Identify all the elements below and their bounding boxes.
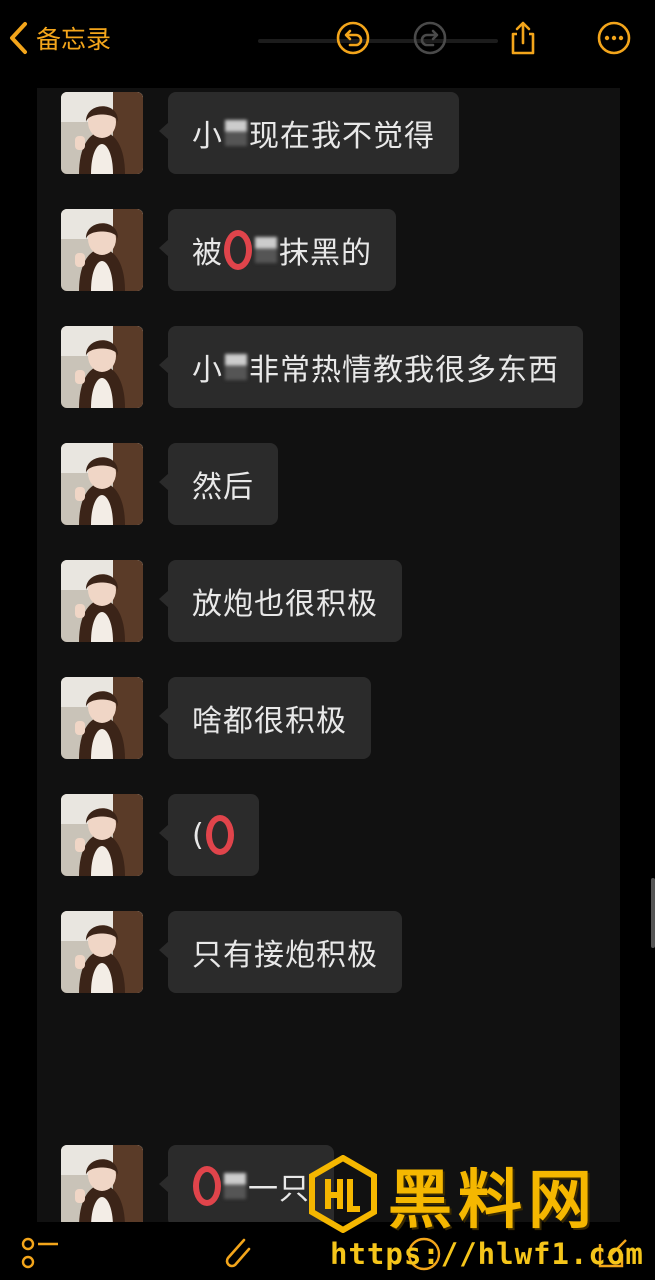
back-button[interactable]: 备忘录: [8, 18, 111, 58]
avatar: [61, 209, 143, 291]
message-bubble: 只有接炮积极: [159, 911, 402, 993]
message-text: 小: [192, 119, 223, 154]
toolbar-track: [258, 39, 498, 43]
chat-message-row: (: [37, 792, 620, 876]
undo-icon: [336, 21, 370, 55]
message-text: 小: [192, 353, 223, 388]
avatar: [61, 560, 143, 642]
redaction-mark: [225, 120, 247, 146]
redo-icon: [413, 21, 447, 55]
top-toolbar: 备忘录: [0, 0, 655, 80]
red-annotation-mark: [193, 1166, 221, 1206]
message-bubble: 被 抹黑的: [159, 209, 396, 291]
message-text: 只有接炮积极: [192, 938, 378, 973]
message-bubble: 小现在我不觉得: [159, 92, 459, 174]
redo-button[interactable]: [410, 18, 450, 58]
chat-message-row: 放炮也很积极: [37, 558, 620, 642]
share-icon: [511, 21, 535, 55]
redaction-mark: [224, 1173, 246, 1199]
avatar: [61, 326, 143, 408]
chat-message-row: 啥都很积极: [37, 675, 620, 759]
redaction-mark: [225, 354, 247, 380]
chat-message-row: 然后: [37, 441, 620, 525]
red-annotation-mark: [224, 230, 252, 270]
message-bubble: (: [159, 794, 259, 876]
avatar: [61, 1145, 143, 1223]
message-text: (: [192, 817, 205, 853]
message-text: 然后: [192, 470, 254, 505]
message-bubble: 小非常热情教我很多东西: [159, 326, 583, 408]
chevron-left-icon: [10, 22, 27, 54]
chat-message-row: 小非常热情教我很多东西: [37, 324, 620, 408]
more-button[interactable]: [594, 18, 634, 58]
checklist-icon[interactable]: [18, 1232, 62, 1272]
message-text: 现在我不觉得: [249, 119, 435, 154]
message-bubble: 啥都很积极: [159, 677, 371, 759]
scroll-indicator[interactable]: [651, 878, 655, 948]
watermark-url: https://hlwf1.com: [330, 1237, 644, 1271]
watermark-logo: [309, 1155, 377, 1233]
chat-message-row: 只有接炮积极: [37, 909, 620, 993]
message-bubble: 然后: [159, 443, 278, 525]
message-bubble: 放炮也很积极: [159, 560, 402, 642]
redaction-mark: [255, 237, 277, 263]
paperclip-icon[interactable]: [216, 1230, 256, 1274]
avatar: [61, 677, 143, 759]
watermark: 黑料网 https://hlwf1.com: [308, 1155, 653, 1280]
avatar: [61, 92, 143, 174]
more-icon: [597, 21, 631, 55]
message-text: 放炮也很积极: [192, 587, 378, 622]
red-annotation-mark: [205, 815, 234, 855]
avatar: [61, 911, 143, 993]
watermark-title: 黑料网: [388, 1164, 598, 1238]
chat-message-row: 小现在我不觉得: [37, 90, 620, 174]
message-text: 啥都很积极: [192, 704, 347, 739]
chat-screenshot: 小现在我不觉得 被抹黑的 小非常热情教我很多东西 然后 放炮也很积极 啥都很积极…: [37, 88, 620, 1223]
message-text: 被: [192, 236, 223, 271]
share-button[interactable]: [503, 18, 543, 58]
message-text: 一只: [248, 1172, 310, 1207]
message-text: 抹黑的: [279, 236, 372, 271]
chat-message-row: 被 抹黑的: [37, 207, 620, 291]
undo-button[interactable]: [333, 18, 373, 58]
avatar: [61, 443, 143, 525]
back-label: 备忘录: [36, 25, 112, 54]
avatar: [61, 794, 143, 876]
message-text: 非常热情教我很多东西: [249, 353, 559, 388]
